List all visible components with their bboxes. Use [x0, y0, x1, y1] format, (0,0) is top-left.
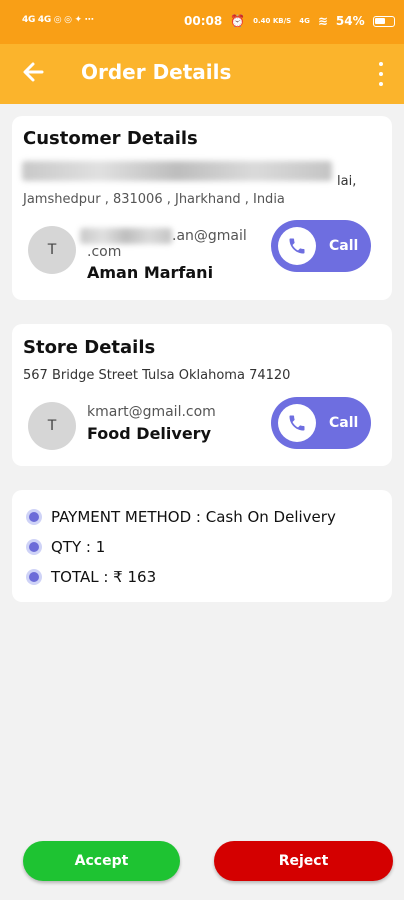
redacted-address: [22, 161, 332, 181]
redacted-email: [80, 228, 172, 244]
call-customer-label: Call: [329, 238, 359, 254]
customer-email-line2: .com: [87, 244, 122, 260]
customer-section-title: Customer Details: [23, 128, 198, 149]
store-address: 567 Bridge Street Tulsa Oklahoma 74120: [23, 368, 291, 383]
qty-text: QTY : 1: [51, 538, 106, 556]
bullet-icon: [26, 509, 42, 525]
customer-address-line2: Jamshedpur , 831006 , Jharkhand , India: [23, 192, 285, 207]
total-text: TOTAL : ₹ 163: [51, 568, 157, 586]
phone-icon: [278, 227, 316, 265]
status-time: 00:08: [184, 14, 223, 28]
phone-icon: [278, 404, 316, 442]
store-name: Food Delivery: [87, 424, 211, 443]
payment-method-row: PAYMENT METHOD : Cash On Delivery: [26, 508, 336, 526]
qty-row: QTY : 1: [26, 538, 105, 556]
status-center: 00:08 ⏰ 0.40 KB/S 4G ≋ 54%: [184, 14, 395, 28]
customer-name: Aman Marfani: [87, 263, 214, 282]
store-email: kmart@gmail.com: [87, 404, 216, 420]
customer-details-card: Customer Details lai, Jamshedpur , 83100…: [12, 116, 392, 300]
app-bar: Order Details: [0, 44, 404, 104]
total-row: TOTAL : ₹ 163: [26, 568, 156, 586]
store-section-title: Store Details: [23, 337, 156, 358]
reject-button[interactable]: Reject: [214, 841, 393, 881]
store-details-card: Store Details 567 Bridge Street Tulsa Ok…: [12, 324, 392, 466]
status-bar: 4G 4G ◎ ◎ ✦ ⋯ 00:08 ⏰ 0.40 KB/S 4G ≋ 54%: [0, 0, 404, 44]
battery-icon: [372, 15, 395, 27]
back-arrow-icon[interactable]: [20, 58, 48, 86]
bullet-icon: [26, 539, 42, 555]
battery-percent: 54%: [335, 14, 365, 28]
alarm-icon: ⏰: [230, 14, 246, 28]
network-type: 4G: [299, 16, 310, 25]
more-options-icon[interactable]: [376, 62, 386, 86]
order-summary-card: PAYMENT METHOD : Cash On Delivery QTY : …: [12, 490, 392, 602]
wifi-icon: ≋: [317, 14, 328, 28]
call-store-label: Call: [329, 415, 359, 431]
page-title: Order Details: [81, 60, 232, 84]
customer-avatar: T: [28, 226, 76, 274]
status-left-text: 4G 4G ◎ ◎ ✦ ⋯: [22, 15, 94, 25]
customer-address-line1-tail: lai,: [337, 174, 357, 189]
status-left-icons: 4G 4G ◎ ◎ ✦ ⋯: [22, 15, 94, 25]
customer-email-line1: .an@gmail: [172, 228, 247, 244]
call-customer-button[interactable]: Call: [271, 220, 371, 272]
bullet-icon: [26, 569, 42, 585]
store-avatar: T: [28, 402, 76, 450]
net-speed: 0.40 KB/S: [253, 16, 292, 25]
accept-button[interactable]: Accept: [23, 841, 180, 881]
payment-method-text: PAYMENT METHOD : Cash On Delivery: [51, 508, 336, 526]
call-store-button[interactable]: Call: [271, 397, 371, 449]
